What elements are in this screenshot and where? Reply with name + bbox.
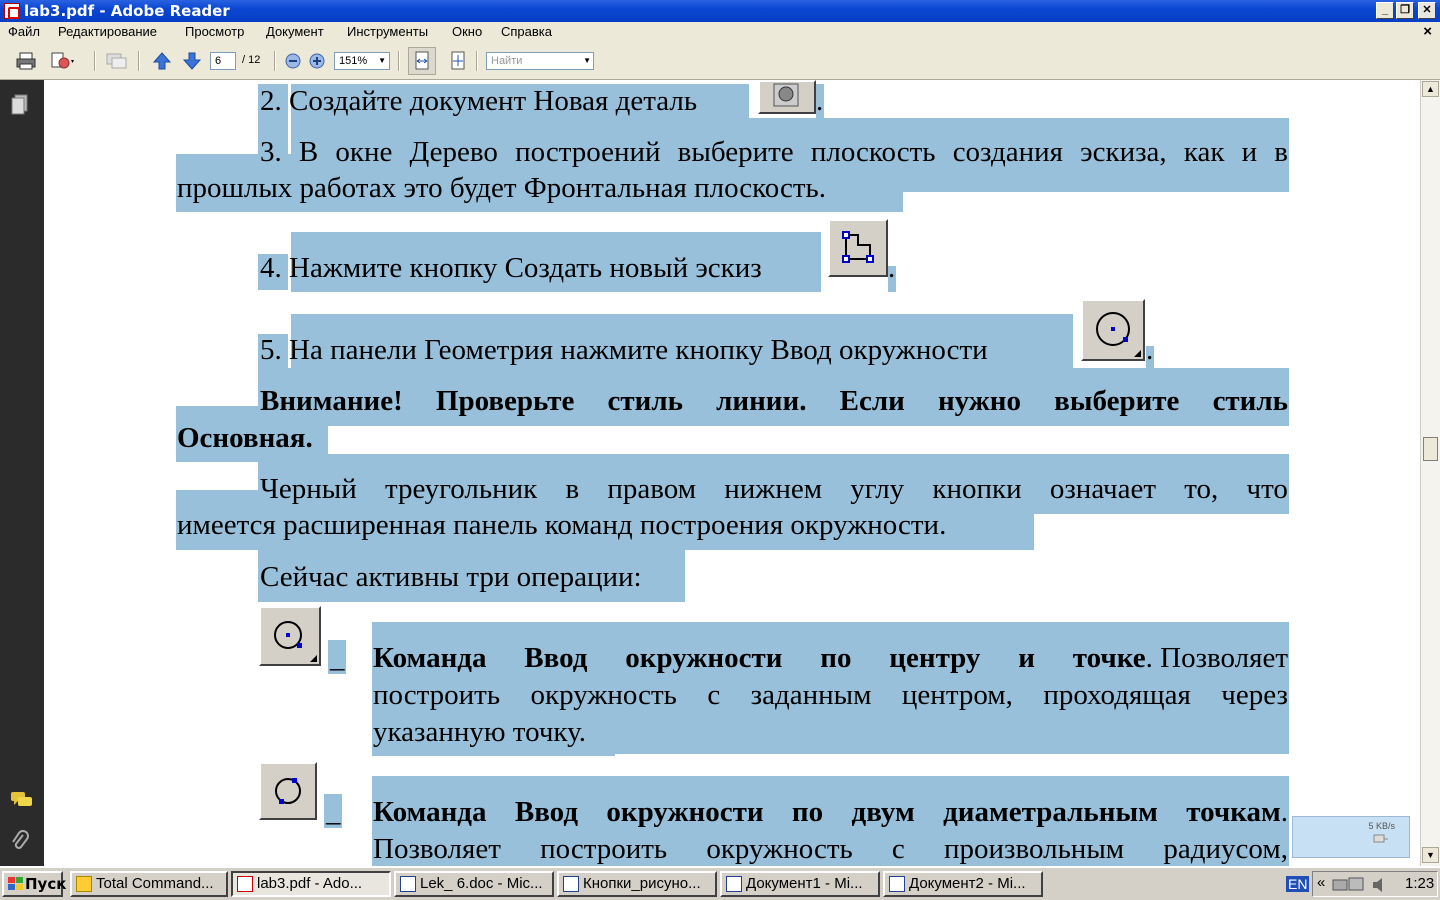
item-1-line-2: построить окружность с заданным центром, прох… [373, 679, 1288, 711]
step-2-text: 2. Создайте документ Новая деталь [260, 85, 698, 117]
attachments-icon[interactable] [10, 830, 30, 850]
zoom-out-icon[interactable] [281, 50, 305, 72]
menu-window[interactable]: Окно [452, 24, 482, 39]
restore-button[interactable]: ❐ [1396, 2, 1414, 19]
scroll-down-arrow-icon[interactable]: ▼ [1422, 847, 1439, 863]
item-2-line-1: Команда Ввод окружности по двум диаметральным… [373, 796, 1288, 828]
print-icon[interactable] [14, 50, 38, 72]
export-icon[interactable] [50, 50, 74, 72]
close-button[interactable]: ✕ [1418, 2, 1436, 19]
zoom-in-icon[interactable] [305, 50, 329, 72]
start-label: Пуск [25, 875, 67, 893]
show-hidden-icons-button[interactable]: « [1317, 874, 1325, 891]
word-icon [889, 876, 905, 892]
network-speed: 5 KB/s [1368, 821, 1395, 831]
minimize-button[interactable]: _ [1376, 2, 1394, 19]
task-word-lek6[interactable]: Lek_ 6.doc - Mic... [394, 871, 554, 897]
step-3-line-2: прошлых работах это будет Фронтальная пл… [177, 172, 827, 204]
network-speed-widget: 5 KB/s [1292, 816, 1410, 858]
title-bar: lab3.pdf - Adobe Reader _ ❐ ✕ [0, 0, 1440, 22]
new-sketch-icon [828, 219, 888, 277]
menu-help[interactable]: Справка [501, 24, 552, 39]
page-total: / 12 [242, 54, 261, 66]
active-ops-text: Сейчас активны три операции: [260, 561, 642, 593]
zoom-select[interactable]: 151% ▼ [334, 52, 390, 70]
page-number-input[interactable]: 6 [210, 52, 236, 70]
menu-document[interactable]: Документ [266, 24, 324, 39]
menu-edit[interactable]: Редактирование [58, 24, 157, 39]
comment-icon[interactable] [104, 50, 128, 72]
menu-file[interactable]: Файл [8, 24, 40, 39]
document-view[interactable]: 2. Создайте документ Новая деталь . 3. Во… [44, 80, 1420, 866]
item-1-dash: _ [330, 642, 345, 674]
navigation-pane [0, 80, 44, 866]
step-4-tail: . [888, 252, 896, 284]
comments-icon[interactable] [10, 790, 32, 810]
menu-tools[interactable]: Инструменты [347, 24, 428, 39]
task-word-doc1[interactable]: Документ1 - Mi... [720, 871, 880, 897]
warning-line-1: Внимание! Проверьте стиль линии. Если нужно вы… [260, 385, 1288, 417]
pages-icon[interactable] [10, 94, 30, 115]
total-commander-icon [76, 876, 92, 892]
task-word-doc2[interactable]: Документ2 - Mi... [883, 871, 1043, 897]
find-input[interactable]: Найти ▼ [486, 52, 594, 70]
volume-icon[interactable] [1371, 876, 1389, 894]
step-5-text: 5. На панели Геометрия нажмите кнопку Вв… [260, 334, 988, 366]
word-icon [726, 876, 742, 892]
item-1-line-3: указанную точку. [373, 716, 586, 748]
menu-bar: Файл Редактирование Просмотр Документ Ин… [0, 22, 1440, 42]
network-icon [1373, 834, 1388, 843]
circle-tool-icon [1081, 299, 1145, 361]
circle-center-point-icon [259, 606, 321, 666]
new-part-icon [758, 80, 816, 114]
note-line-1: Черный треугольник в правом нижнем углу кнопки… [260, 473, 1288, 505]
scroll-thumb[interactable] [1423, 437, 1438, 461]
menu-view[interactable]: Просмотр [185, 24, 244, 39]
system-tray: « 1:23 [1312, 871, 1438, 897]
item-2-dash: _ [326, 796, 341, 828]
zoom-value: 151% [339, 55, 368, 67]
chevron-down-icon: ▼ [378, 56, 386, 65]
item-2-line-2: Позволяет построить окружность с произвольны… [373, 833, 1288, 865]
item-1-line-1: Команда Ввод окружности по центру и точке. Поз… [373, 642, 1288, 674]
adobe-reader-icon [4, 3, 20, 19]
adobe-reader-task-icon [237, 876, 253, 892]
note-line-2: имеется расширенная панель команд постро… [177, 509, 947, 541]
vertical-scrollbar[interactable]: ▲ ▼ [1420, 80, 1440, 866]
window-title: lab3.pdf - Adobe Reader [24, 2, 230, 20]
step-5-tail: . [1146, 334, 1154, 366]
fit-page-icon[interactable] [446, 50, 470, 72]
fit-width-icon[interactable] [408, 47, 436, 75]
step-2-tail: . [816, 85, 824, 117]
word-icon [563, 876, 579, 892]
scroll-up-arrow-icon[interactable]: ▲ [1422, 81, 1439, 97]
find-dropdown-icon[interactable]: ▼ [583, 53, 591, 69]
arrow-up-icon[interactable] [150, 50, 174, 72]
task-total-commander[interactable]: Total Command... [70, 871, 228, 897]
clock: 1:23 [1405, 875, 1435, 892]
step-3-line-1: 3. Вокне Дерево построений выберите плоскость… [260, 136, 1288, 168]
taskbar: Пуск Total Command... lab3.pdf - Ado... … [0, 866, 1440, 900]
close-document-button[interactable]: × [1423, 23, 1432, 40]
warning-line-2: Основная. [177, 422, 313, 454]
windows-flag-icon [8, 877, 23, 890]
network-tray-icon[interactable] [1331, 876, 1371, 894]
word-icon [400, 876, 416, 892]
task-word-buttons[interactable]: Кнопки_рисуно... [557, 871, 717, 897]
circle-two-points-icon [259, 762, 317, 820]
step-4-text: 4. Нажмите кнопку Создать новый эскиз [260, 252, 762, 284]
expand-triangle-icon [1134, 350, 1141, 357]
toolbar: 6 / 12 151% ▼ Найти ▼ [0, 42, 1440, 80]
start-button[interactable]: Пуск [2, 871, 67, 897]
arrow-down-icon[interactable] [180, 50, 204, 72]
find-placeholder: Найти [491, 55, 523, 67]
task-adobe-reader[interactable]: lab3.pdf - Ado... [231, 871, 391, 897]
language-indicator[interactable]: EN [1286, 876, 1310, 892]
